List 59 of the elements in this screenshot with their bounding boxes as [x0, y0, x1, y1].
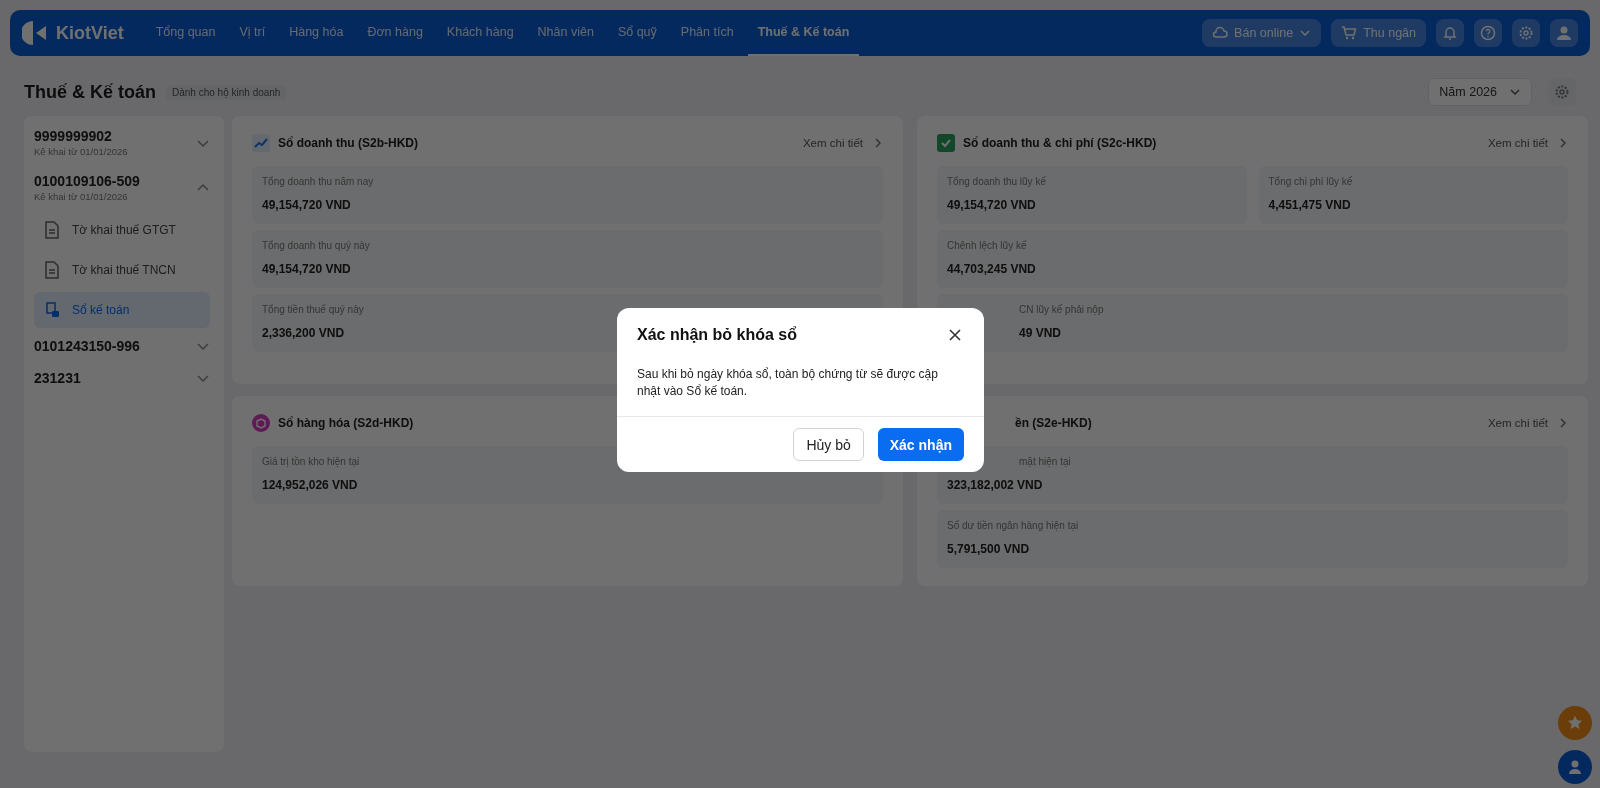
nav-tab[interactable]: Thuế & Kế toán [747, 10, 860, 56]
metric-value: 49,154,720 VND [262, 262, 351, 276]
sidebar-item[interactable]: Tờ khai thuế TNCN [34, 252, 210, 288]
nav-tab[interactable]: Khách hàng [436, 10, 524, 56]
logo-icon [22, 20, 48, 46]
dialog-message: Sau khi bỏ ngày khóa sổ, toàn bộ chứng từ sẽ được cập nhật vào Sổ kế toán. [636, 366, 939, 400]
view-details-link[interactable]: Xem chi tiết [802, 137, 883, 149]
metric-value: 49,154,720 VND [262, 198, 351, 212]
audience-tag: Dành cho hộ kinh doanh [166, 84, 287, 100]
dialog-title: Xác nhận bỏ khóa sổ [637, 326, 798, 344]
nav-tab[interactable]: Đơn hàng [357, 10, 433, 56]
chevron-right-icon [1558, 418, 1568, 428]
page-title: Thuế & Kế toán [24, 81, 156, 103]
star-icon [1566, 714, 1584, 732]
nav-tab[interactable]: Hàng hóa [279, 10, 354, 56]
trend-chart-icon [252, 134, 270, 152]
metric-value: 124,952,026 VND [262, 478, 358, 492]
brand-name: KiotViet [56, 22, 124, 44]
metric-value: 5,791,500 VND [947, 542, 1030, 556]
tax-code[interactable]: 9999999902 [34, 128, 196, 144]
sidebar-item[interactable]: Tờ khai thuế GTGT [34, 212, 210, 248]
card-title: Sổ hàng hóa (S2d-HKD) [278, 416, 414, 430]
chevron-down-icon [1509, 86, 1521, 98]
tax-code[interactable]: 0101243150-996 [34, 338, 196, 354]
metric-value: 2,336,200 VND [262, 326, 345, 340]
metric-value: 323,182,002 VND [947, 478, 1043, 492]
metric-value: 4,451,475 VND [1268, 198, 1351, 212]
nav-tab[interactable]: Vị trí [229, 10, 276, 56]
card-title: Sổ doanh thu (S2b-HKD) [278, 136, 418, 150]
chevron-right-icon [1558, 138, 1568, 148]
cart-icon [1341, 25, 1358, 41]
document-icon [44, 221, 60, 239]
nav-tab[interactable]: Nhân viên [527, 10, 604, 56]
document-icon [44, 261, 60, 279]
tax-code[interactable]: 231231 [34, 370, 196, 386]
chevron-down-icon [1299, 27, 1312, 39]
confirm-button[interactable]: Xác nhận [877, 428, 964, 461]
view-details-link[interactable]: Xem chi tiết [1487, 417, 1568, 429]
cancel-button[interactable]: Hủy bỏ [793, 428, 864, 461]
nav-tab[interactable]: Tổng quan [145, 10, 226, 56]
view-details-link[interactable]: Xem chi tiết [1487, 137, 1568, 149]
settings-icon[interactable] [1548, 78, 1576, 106]
cloud-icon [1212, 25, 1229, 41]
year-select[interactable]: Năm 2026 [1428, 78, 1532, 106]
metric-value: 44,703,245 VND [947, 262, 1036, 276]
nav-tab[interactable]: Sổ quỹ [607, 10, 667, 56]
tax-code[interactable]: 0100109106-509 [34, 173, 196, 189]
support-button[interactable] [1558, 750, 1592, 784]
user-icon [1566, 758, 1584, 776]
spreadsheet-icon [937, 134, 955, 152]
card-title: Sổ doanh thu & chi phí (S2c-HKD) [963, 136, 1157, 150]
sidebar-item[interactable]: Sổ kế toán [34, 292, 210, 328]
metric-value: 49 VND [1019, 326, 1062, 340]
box-icon [252, 414, 270, 432]
star-button[interactable] [1558, 706, 1592, 740]
chevron-right-icon [873, 138, 883, 148]
metric-value: 49,154,720 VND [947, 198, 1036, 212]
nav-tab[interactable]: Phân tích [670, 10, 744, 56]
card-title: ền (S2e-HKD) [1015, 416, 1092, 430]
